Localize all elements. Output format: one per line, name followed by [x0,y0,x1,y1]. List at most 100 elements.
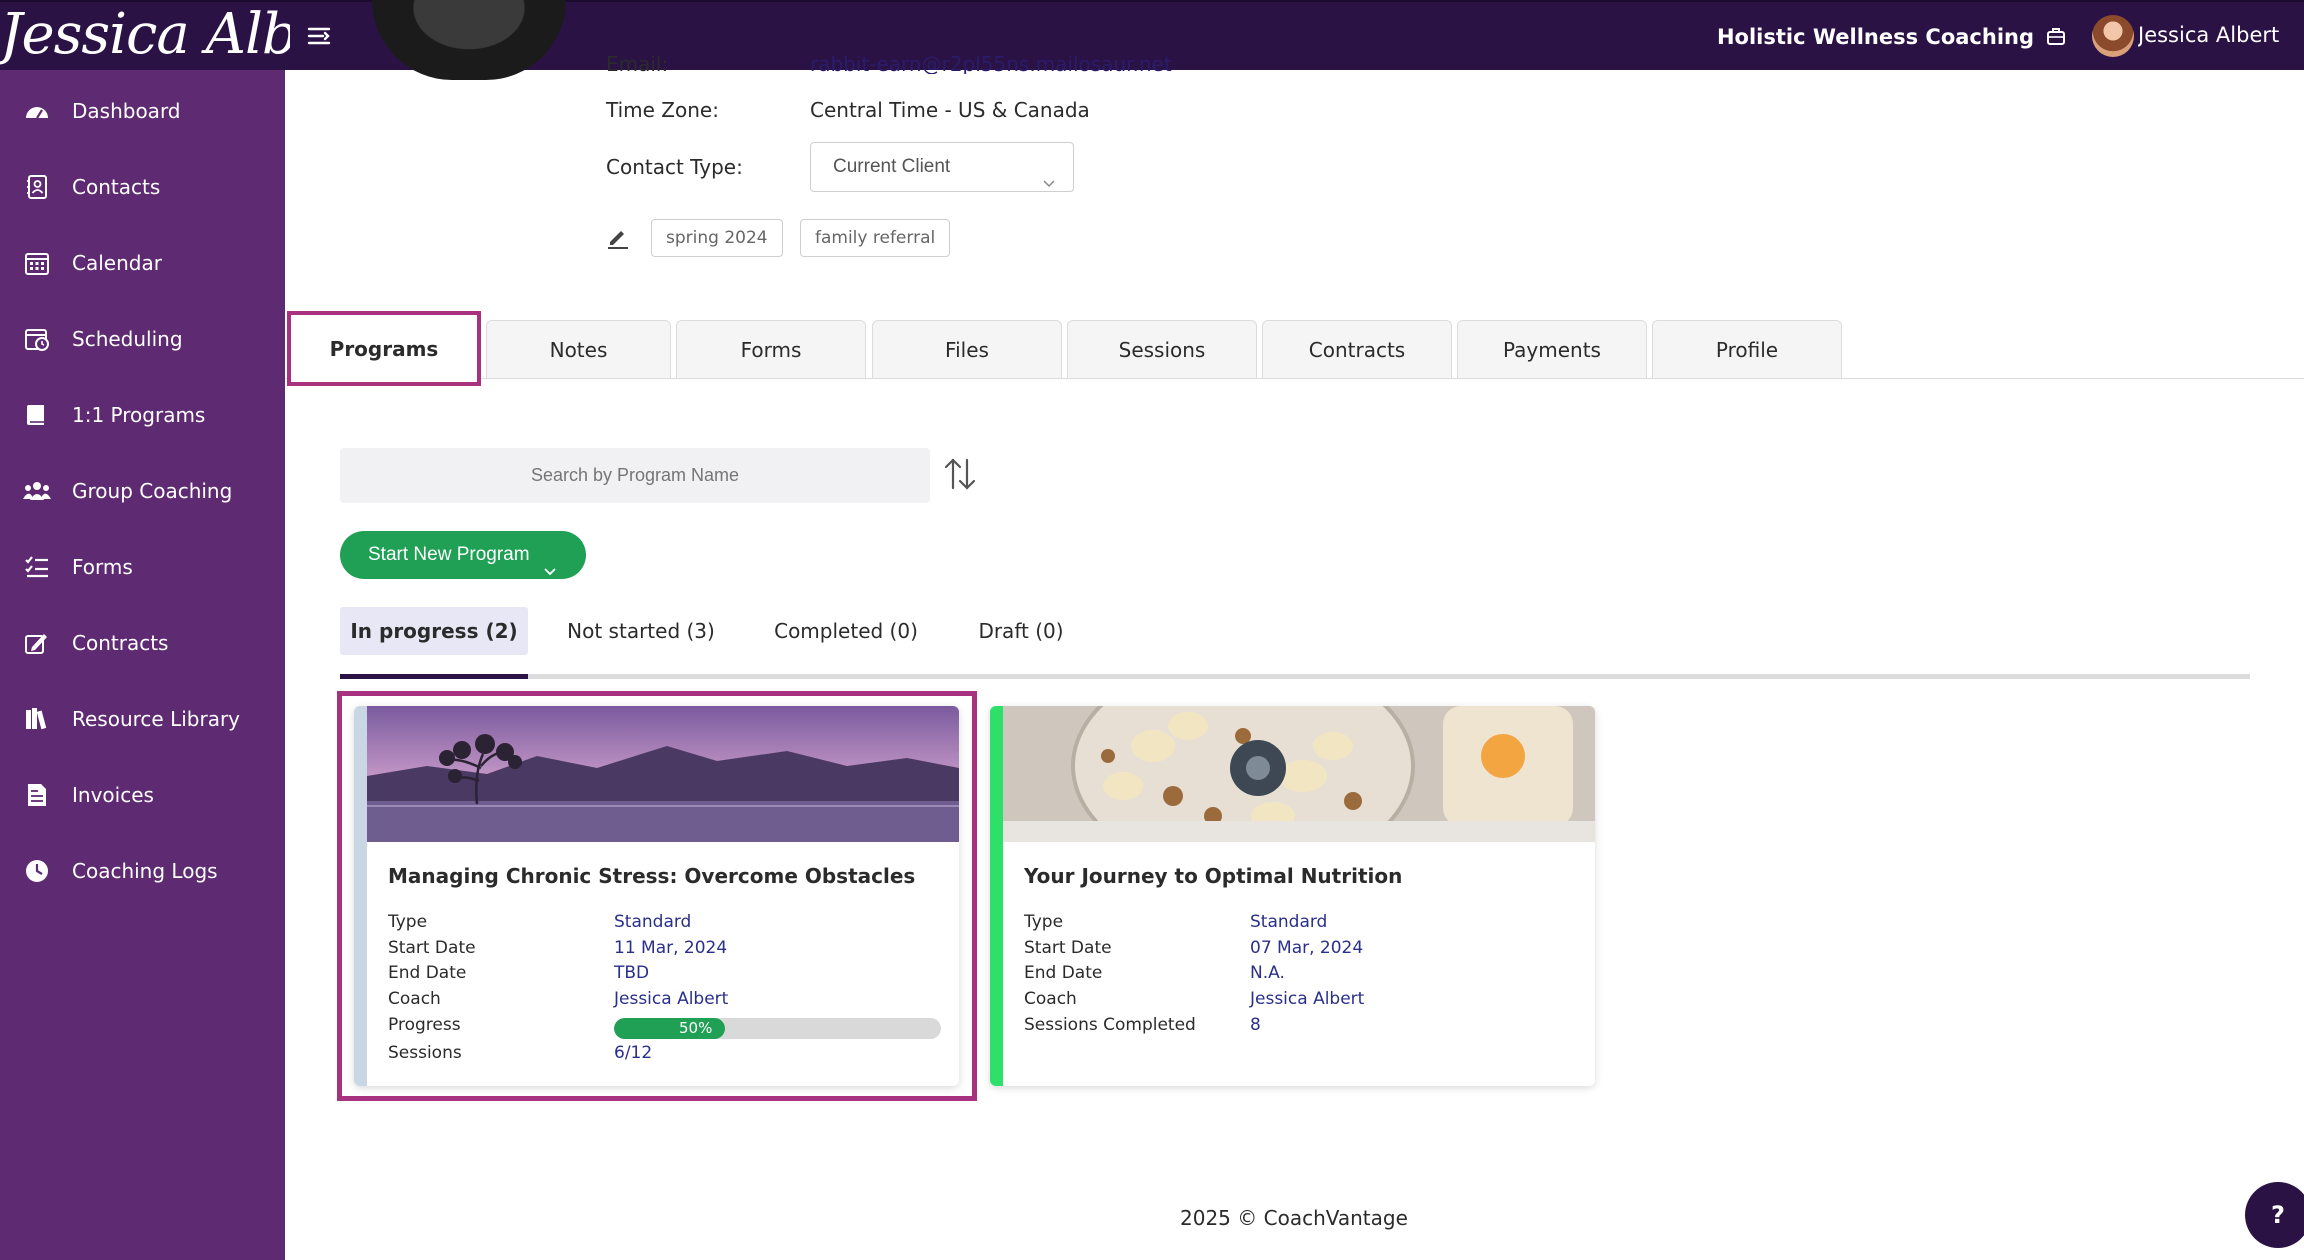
type-label: Type [388,912,428,932]
sidebar-item-label: Contracts [72,631,169,655]
sidebar-item-programs[interactable]: 1:1 Programs [0,390,285,440]
program-card-image [1003,706,1595,842]
program-card[interactable]: Managing Chronic Stress: Overcome Obstac… [354,706,959,1086]
sidebar-item-label: Coaching Logs [72,859,218,883]
start-new-program-button[interactable]: Start New Program [340,531,586,579]
subtab-in-progress[interactable]: In progress (2) [340,607,528,655]
tab-profile[interactable]: Profile [1652,320,1842,378]
contact-type-select[interactable]: Current Client [810,142,1074,192]
progress-percent: 50% [679,1019,713,1037]
timezone-value: Central Time - US & Canada [810,98,1090,122]
sidebar-item-dashboard[interactable]: Dashboard [0,86,285,136]
chevron-down-icon [544,549,556,576]
brand-name[interactable]: Holistic Wellness Coaching [1717,2,2034,72]
sidebar-item-label: Contacts [72,175,161,199]
clock-icon [22,856,52,886]
tab-payments[interactable]: Payments [1457,320,1647,378]
group-icon [22,476,52,506]
sidebar-item-label: 1:1 Programs [72,403,206,427]
contacts-icon [22,172,52,202]
program-title[interactable]: Managing Chronic Stress: Overcome Obstac… [388,864,915,888]
subtab-completed[interactable]: Completed (0) [760,607,932,655]
user-name[interactable]: Jessica Albert [2138,2,2304,72]
sessions-value: 6/12 [614,1043,653,1063]
end-date-label: End Date [388,963,467,983]
sidebar-item-resource-library[interactable]: Resource Library [0,694,285,744]
tab-sessions[interactable]: Sessions [1067,320,1257,378]
type-value: Standard [614,912,692,932]
forms-icon [22,552,52,582]
sessions-completed-value: 8 [1250,1015,1261,1035]
contact-type-label: Contact Type: [606,155,743,179]
sidebar-item-scheduling[interactable]: Scheduling [0,314,285,364]
subtab-active-indicator [340,674,528,679]
start-date-label: Start Date [1024,938,1112,958]
program-search-input[interactable] [340,448,930,503]
book-icon [22,400,52,430]
sidebar-item-label: Scheduling [72,327,183,351]
sessions-label: Sessions [388,1043,462,1063]
program-card-image [367,706,959,842]
tag[interactable]: spring 2024 [651,219,783,257]
coach-label: Coach [1024,989,1077,1009]
sidebar-item-calendar[interactable]: Calendar [0,238,285,288]
sidebar: Dashboard Contacts Calendar Scheduling 1… [0,70,285,1260]
help-button[interactable]: ? [2245,1182,2304,1248]
program-title[interactable]: Your Journey to Optimal Nutrition [1024,864,1402,888]
sidebar-item-label: Invoices [72,783,154,807]
tab-notes[interactable]: Notes [486,320,671,378]
invoice-icon [22,780,52,810]
email-label: Email: [606,54,669,74]
subtab-not-started[interactable]: Not started (3) [551,607,731,655]
dashboard-icon [22,96,52,126]
sidebar-item-forms[interactable]: Forms [0,542,285,592]
start-date-label: Start Date [388,938,476,958]
menu-toggle-icon[interactable] [305,22,333,50]
end-date-label: End Date [1024,963,1103,983]
tag[interactable]: family referral [800,219,951,257]
start-date-value: 07 Mar, 2024 [1250,938,1364,958]
email-value[interactable]: rabbit-earn@r2pl55ns.mailosaur.net [810,54,1172,74]
tab-contracts[interactable]: Contracts [1262,320,1452,378]
sidebar-item-label: Dashboard [72,99,181,123]
sessions-completed-label: Sessions Completed [1024,1015,1196,1035]
type-label: Type [1024,912,1064,932]
tab-forms[interactable]: Forms [676,320,866,378]
card-stripe [990,706,1003,1086]
coach-value: Jessica Albert [614,989,729,1009]
sidebar-item-group-coaching[interactable]: Group Coaching [0,466,285,516]
end-date-value: TBD [614,963,650,983]
edit-tags-icon[interactable] [606,225,630,249]
tab-programs[interactable]: Programs [287,311,481,386]
logo[interactable]: Jessica Albert [0,2,290,72]
subtab-draft[interactable]: Draft (0) [965,607,1077,655]
sidebar-item-coaching-logs[interactable]: Coaching Logs [0,846,285,896]
timezone-label: Time Zone: [606,98,719,122]
sidebar-item-label: Calendar [72,251,162,275]
progress-label: Progress [388,1015,461,1035]
coach-value: Jessica Albert [1250,989,1365,1009]
calendar-icon [22,248,52,278]
coach-label: Coach [388,989,441,1009]
sidebar-item-contacts[interactable]: Contacts [0,162,285,212]
contact-type-value: Current Client [833,156,951,177]
sidebar-item-label: Forms [72,555,133,579]
sidebar-item-label: Resource Library [72,707,241,731]
progress-bar: 50% [614,1018,941,1039]
tab-files[interactable]: Files [872,320,1062,378]
briefcase-icon[interactable] [2045,26,2067,48]
sidebar-item-contracts[interactable]: Contracts [0,618,285,668]
sidebar-item-invoices[interactable]: Invoices [0,770,285,820]
scheduling-icon [22,324,52,354]
start-new-program-label: Start New Program [368,544,530,565]
program-card[interactable]: Your Journey to Optimal Nutrition Type S… [990,706,1595,1086]
user-avatar[interactable] [2092,15,2134,57]
type-value: Standard [1250,912,1328,932]
sort-icon[interactable] [943,456,977,492]
end-date-value: N.A. [1250,963,1285,983]
library-icon [22,704,52,734]
contract-icon [22,628,52,658]
subtabs-divider [340,674,2250,679]
footer-copyright: 2025 © CoachVantage [1180,1206,1408,1230]
start-date-value: 11 Mar, 2024 [614,938,728,958]
